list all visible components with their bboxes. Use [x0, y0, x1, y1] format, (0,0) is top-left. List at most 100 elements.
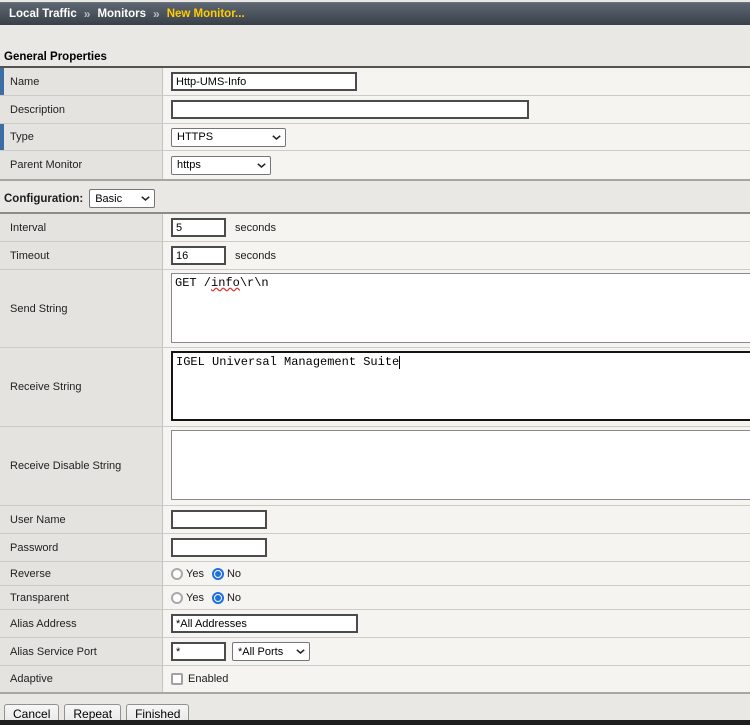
breadcrumb: Local Traffic » Monitors » New Monitor..…	[0, 2, 750, 25]
alias-address-label-cell: Alias Address	[0, 610, 163, 637]
timeout-label-cell: Timeout	[0, 242, 163, 269]
receive-string-row: Receive String IGEL Universal Management…	[0, 348, 750, 427]
transparent-radio-group: Yes No	[171, 592, 249, 604]
interval-value-cell: seconds	[163, 214, 750, 241]
reverse-no-radio[interactable]	[212, 568, 224, 580]
breadcrumb-separator-icon: »	[84, 7, 91, 21]
receive-disable-string-row: Receive Disable String	[0, 427, 750, 506]
breadcrumb-section-link[interactable]: Local Traffic	[9, 8, 77, 20]
transparent-no-radio[interactable]	[212, 592, 224, 604]
alias-address-input[interactable]	[171, 614, 358, 633]
alias-service-port-input[interactable]	[171, 642, 226, 661]
configuration-table: Interval seconds Timeout seconds Send St…	[0, 212, 750, 694]
send-string-label-cell: Send String	[0, 270, 163, 347]
description-row: Description	[0, 96, 750, 124]
receive-string-label: Receive String	[10, 381, 82, 393]
chevron-down-icon	[272, 135, 281, 140]
parent-monitor-label-cell: Parent Monitor	[0, 151, 163, 179]
timeout-label: Timeout	[10, 250, 49, 262]
password-input[interactable]	[171, 538, 267, 557]
send-string-value-cell: GET /info\r\n	[163, 270, 750, 347]
receive-disable-string-textarea[interactable]	[171, 430, 750, 500]
description-input[interactable]	[171, 100, 529, 119]
adaptive-enabled-checkbox[interactable]	[171, 673, 183, 685]
breadcrumb-current-page: New Monitor...	[167, 8, 245, 20]
timeout-row: Timeout seconds	[0, 242, 750, 270]
timeout-suffix: seconds	[235, 250, 276, 262]
breadcrumb-subsection-link[interactable]: Monitors	[97, 8, 146, 20]
required-indicator	[0, 124, 4, 150]
general-properties-table: Name Description Type HTTPS Parent Monit…	[0, 66, 750, 181]
alias-service-port-label-cell: Alias Service Port	[0, 638, 163, 665]
description-value-cell	[163, 96, 750, 123]
parent-monitor-select-value: https	[177, 159, 201, 171]
name-label: Name	[10, 76, 39, 88]
chevron-down-icon	[141, 196, 150, 201]
type-label-cell: Type	[0, 124, 163, 150]
name-value-cell	[163, 68, 750, 95]
general-properties-title: General Properties	[4, 51, 750, 63]
description-label-cell: Description	[0, 96, 163, 123]
adaptive-row: Adaptive Enabled	[0, 666, 750, 692]
user-name-label: User Name	[10, 514, 66, 526]
reverse-radio-group: Yes No	[171, 568, 249, 580]
reverse-yes-radio[interactable]	[171, 568, 183, 580]
chevron-down-icon	[296, 649, 305, 654]
password-row: Password	[0, 534, 750, 562]
text-caret	[399, 356, 400, 369]
alias-address-value-cell	[163, 610, 750, 637]
receive-string-label-cell: Receive String	[0, 348, 163, 426]
password-value-cell	[163, 534, 750, 561]
send-string-row: Send String GET /info\r\n	[0, 270, 750, 348]
alias-service-port-select[interactable]: *All Ports	[232, 642, 310, 661]
timeout-value-cell: seconds	[163, 242, 750, 269]
name-input[interactable]	[171, 72, 357, 91]
password-label-cell: Password	[0, 534, 163, 561]
reverse-label-cell: Reverse	[0, 562, 163, 585]
type-value-cell: HTTPS	[163, 124, 750, 150]
configuration-mode-value: Basic	[95, 193, 122, 205]
user-name-row: User Name	[0, 506, 750, 534]
parent-monitor-value-cell: https	[163, 151, 750, 179]
adaptive-label-cell: Adaptive	[0, 666, 163, 692]
receive-string-textarea[interactable]: IGEL Universal Management Suite	[171, 351, 750, 421]
transparent-label-cell: Transparent	[0, 586, 163, 609]
alias-address-label: Alias Address	[10, 618, 77, 630]
type-row: Type HTTPS	[0, 124, 750, 151]
chevron-down-icon	[257, 163, 266, 168]
receive-disable-string-label-cell: Receive Disable String	[0, 427, 163, 505]
breadcrumb-separator-icon: »	[153, 7, 160, 21]
interval-label: Interval	[10, 222, 46, 234]
required-indicator	[0, 68, 4, 95]
reverse-value-cell: Yes No	[163, 562, 750, 585]
receive-disable-string-value-cell	[163, 427, 750, 505]
receive-string-value-cell: IGEL Universal Management Suite	[163, 348, 750, 426]
parent-monitor-label: Parent Monitor	[10, 159, 82, 171]
timeout-input[interactable]	[171, 246, 226, 265]
name-label-cell: Name	[0, 68, 163, 95]
alias-address-row: Alias Address	[0, 610, 750, 638]
interval-input[interactable]	[171, 218, 226, 237]
adaptive-enabled-label: Enabled	[188, 673, 228, 685]
transparent-value-cell: Yes No	[163, 586, 750, 609]
misspelled-word: info	[211, 276, 240, 290]
name-row: Name	[0, 68, 750, 96]
reverse-no-label: No	[227, 568, 241, 580]
transparent-yes-radio[interactable]	[171, 592, 183, 604]
configuration-mode-select[interactable]: Basic	[89, 189, 155, 208]
user-name-input[interactable]	[171, 510, 267, 529]
parent-monitor-select[interactable]: https	[171, 156, 271, 175]
password-label: Password	[10, 542, 58, 554]
description-label: Description	[10, 104, 65, 116]
transparent-row: Transparent Yes No	[0, 586, 750, 610]
send-string-textarea[interactable]: GET /info\r\n	[171, 273, 750, 343]
alias-service-port-row: Alias Service Port *All Ports	[0, 638, 750, 666]
transparent-yes-label: Yes	[186, 592, 204, 604]
interval-suffix: seconds	[235, 222, 276, 234]
configuration-bar: Configuration: Basic	[4, 188, 750, 209]
transparent-label: Transparent	[10, 592, 69, 604]
interval-label-cell: Interval	[0, 214, 163, 241]
reverse-row: Reverse Yes No	[0, 562, 750, 586]
type-select[interactable]: HTTPS	[171, 128, 286, 147]
configuration-label: Configuration:	[4, 193, 83, 205]
